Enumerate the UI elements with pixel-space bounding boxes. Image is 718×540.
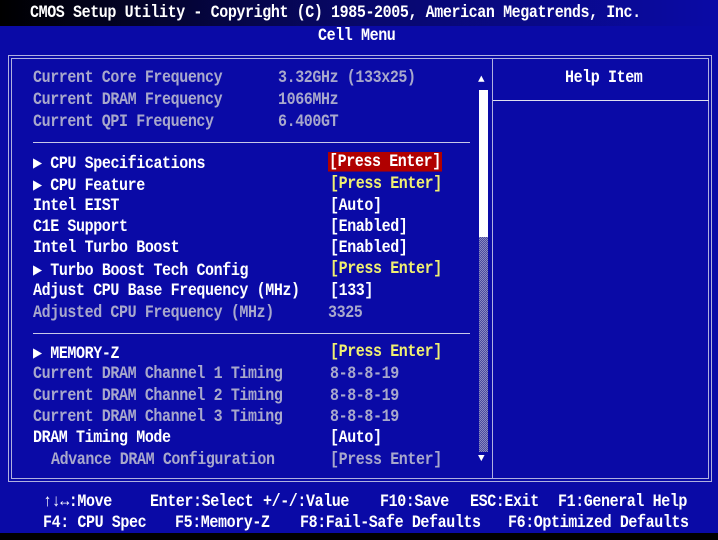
info-value: 6.400GT	[278, 112, 339, 132]
dram-channel-1-value: 8-8-8-19	[330, 364, 399, 384]
menu-item-memory-z[interactable]: ▶ MEMORY-Z	[33, 342, 119, 364]
dram-timing-mode-value[interactable]: [Auto]	[330, 428, 382, 448]
memory-z-value[interactable]: [Press Enter]	[330, 342, 442, 362]
help-title: Help Item	[565, 68, 643, 88]
header-title: CMOS Setup Utility - Copyright (C) 1985-…	[30, 3, 641, 23]
menu-item-intel-eist[interactable]: Intel EIST	[33, 196, 119, 216]
turbo-boost-tech-config-value[interactable]: [Press Enter]	[330, 259, 442, 279]
scroll-up-arrow-icon[interactable]: ▲	[478, 74, 485, 86]
dram-channel-2-value: 8-8-8-19	[330, 386, 399, 406]
separator	[33, 333, 470, 334]
menu-item-dram-timing-mode[interactable]: DRAM Timing Mode	[33, 428, 171, 448]
dram-channel-3-label: Current DRAM Channel 3 Timing	[33, 407, 283, 427]
hint-exit: ESC:Exit	[470, 492, 539, 512]
adjust-cpu-base-frequency-value[interactable]: [133]	[330, 281, 373, 301]
cpu-feature-value[interactable]: [Press Enter]	[330, 174, 442, 194]
panel-divider	[492, 58, 493, 479]
hint-select: Enter:Select	[150, 492, 254, 512]
menu-item-c1e-support[interactable]: C1E Support	[33, 217, 128, 237]
hint-move: ↑↓↔:Move	[43, 492, 112, 512]
separator	[33, 142, 470, 143]
info-label: Current QPI Frequency	[33, 112, 214, 132]
menu-item-turbo-boost-tech-config[interactable]: ▶ Turbo Boost Tech Config	[33, 259, 248, 281]
hint-value: +/-/:Value	[263, 492, 350, 512]
cpu-specifications-value[interactable]: [Press Enter]	[328, 152, 442, 172]
info-value: 3.32GHz (133x25)	[278, 68, 416, 88]
hint-save: F10:Save	[380, 492, 449, 512]
scroll-down-arrow-icon[interactable]: ▼	[478, 453, 485, 465]
info-label: Current Core Frequency	[33, 68, 223, 88]
advance-dram-configuration-label: Advance DRAM Configuration	[51, 450, 275, 470]
hint-general-help: F1:General Help	[558, 492, 688, 512]
intel-eist-value[interactable]: [Auto]	[330, 196, 382, 216]
dram-channel-3-value: 8-8-8-19	[330, 407, 399, 427]
adjusted-cpu-frequency-label: Adjusted CPU Frequency (MHz)	[33, 303, 274, 323]
info-value: 1066MHz	[278, 90, 339, 110]
info-label: Current DRAM Frequency	[33, 90, 223, 110]
dram-channel-1-label: Current DRAM Channel 1 Timing	[33, 364, 283, 384]
menu-item-adjust-cpu-base-frequency[interactable]: Adjust CPU Base Frequency (MHz)	[33, 281, 300, 301]
hint-optimized-defaults: F6:Optimized Defaults	[508, 513, 689, 533]
dram-channel-2-label: Current DRAM Channel 2 Timing	[33, 386, 283, 406]
menu-item-cpu-feature[interactable]: ▶ CPU Feature	[33, 174, 145, 196]
adjusted-cpu-frequency-value: 3325	[328, 303, 363, 323]
menu-item-cpu-specifications[interactable]: ▶ CPU Specifications	[33, 152, 205, 174]
scrollbar-thumb[interactable]	[479, 90, 488, 237]
header-subtitle: Cell Menu	[318, 26, 396, 46]
menu-item-intel-turbo-boost[interactable]: Intel Turbo Boost	[33, 238, 180, 258]
hint-cpu-spec: F4: CPU Spec	[43, 513, 147, 533]
intel-turbo-boost-value[interactable]: [Enabled]	[330, 238, 408, 258]
hint-fail-safe-defaults: F8:Fail-Safe Defaults	[300, 513, 481, 533]
bottom-border	[0, 533, 718, 540]
hint-memory-z: F5:Memory-Z	[175, 513, 270, 533]
advance-dram-configuration-value: [Press Enter]	[330, 450, 442, 470]
c1e-support-value[interactable]: [Enabled]	[330, 217, 408, 237]
help-divider	[493, 100, 709, 101]
